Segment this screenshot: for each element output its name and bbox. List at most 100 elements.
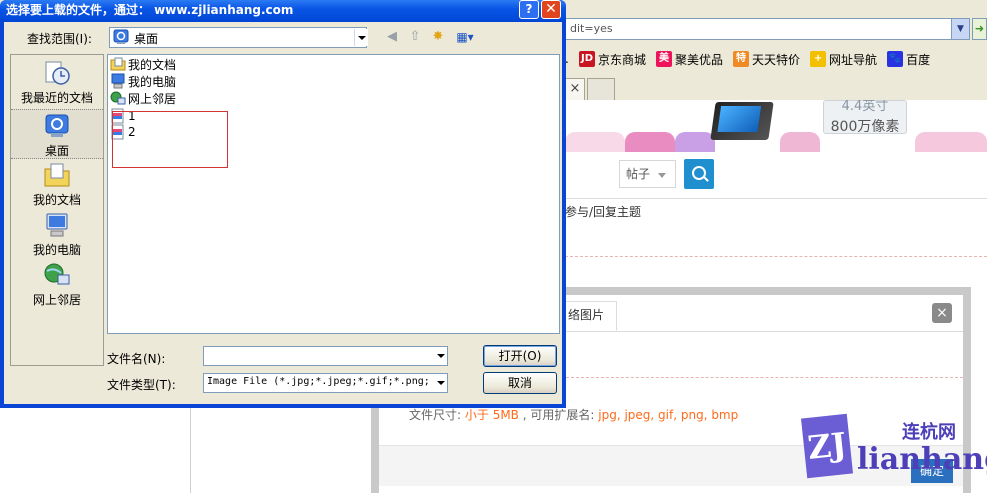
views-grid-icon: ▦▾ <box>456 30 474 44</box>
desktop-icon <box>113 29 129 44</box>
filename-label: 文件名(N): <box>107 352 166 366</box>
banner-decoration <box>675 132 715 152</box>
filetype-select[interactable]: Image File (*.jpg;*.jpeg;*.gif;*.png; <box>203 373 448 393</box>
look-in-label: 查找范围(I): <box>27 32 92 46</box>
favorite-link[interactable]: 🐾 百度 <box>887 51 930 68</box>
new-tab-button[interactable] <box>587 78 615 100</box>
new-folder-button[interactable]: ✸ <box>428 28 448 46</box>
file-item-my-documents[interactable]: 我的文档 <box>110 56 176 72</box>
place-desktop[interactable]: 桌面 <box>11 109 103 159</box>
favorite-link[interactable]: 美聚美优品 <box>656 51 723 68</box>
up-one-level-button[interactable]: ⇧ <box>405 28 425 46</box>
chevron-down-icon[interactable] <box>354 29 368 46</box>
favorites-bar: . JD 京东商城美聚美优品特天天特价 + 网址导航 🐾 百度 <box>565 48 940 70</box>
place-label: 我的电脑 <box>32 243 81 257</box>
file-name: 我的文档 <box>128 57 177 72</box>
camera-spec-text: 800万像素 <box>830 119 900 135</box>
close-button[interactable]: ✕ <box>541 0 561 19</box>
banner-decoration <box>565 132 625 152</box>
chevron-down-icon <box>658 173 666 178</box>
go-button[interactable]: ➜ <box>972 18 987 40</box>
favorite-link[interactable]: + 网址导航 <box>810 51 877 68</box>
my-documents-icon <box>44 163 70 187</box>
camera-spec-badge: 4.4英寸 800万像素 <box>823 100 907 135</box>
places-bar: 我最近的文档 桌面 我的文档 我的电脑 网上邻居 <box>10 54 104 366</box>
recent-documents-icon <box>45 61 70 85</box>
help-icon: ? <box>525 2 533 16</box>
phone-image <box>710 102 774 140</box>
back-button[interactable]: ◀ <box>382 28 402 46</box>
help-button[interactable]: ? <box>519 0 539 19</box>
watermark-logo: ZJ 连杭网 lianhang <box>800 412 987 482</box>
my-computer-icon <box>46 213 68 237</box>
place-recent-documents[interactable]: 我最近的文档 <box>11 57 103 107</box>
modal-close-button[interactable]: × <box>932 303 952 323</box>
favorites-separator: . <box>565 52 569 66</box>
tab-close-button[interactable]: × <box>565 78 585 100</box>
file-list[interactable]: 我的文档 我的电脑 网上邻居 1 2 <box>107 54 560 334</box>
place-my-computer[interactable]: 我的电脑 <box>11 209 103 259</box>
favorite-label: 网址导航 <box>829 52 878 67</box>
forum-search-bar: 帖子 <box>565 152 987 199</box>
watermark-badge: ZJ <box>800 413 854 479</box>
file-item-my-computer[interactable]: 我的电脑 <box>110 73 176 89</box>
reply-topic-label: 参与/回复主题 <box>565 205 642 219</box>
network-places-icon <box>110 91 126 105</box>
file-item-network-places[interactable]: 网上邻居 <box>110 90 176 106</box>
jumei-icon: 美 <box>656 51 673 67</box>
file-open-dialog: 选择要上载的文件，通过： www.zjlianhang.com ? ✕ 查找范围… <box>0 0 566 408</box>
search-scope-select[interactable]: 帖子 <box>619 160 676 188</box>
banner-decoration <box>625 132 675 152</box>
tejia-icon: 特 <box>733 51 750 67</box>
look-in-value: 桌面 <box>134 32 159 46</box>
network-places-icon <box>44 263 70 285</box>
open-button[interactable]: 打开(O) <box>483 345 557 367</box>
chevron-down-icon[interactable] <box>435 348 447 364</box>
divider <box>561 377 963 378</box>
my-documents-icon <box>110 57 126 71</box>
look-in-select[interactable]: 桌面 <box>109 27 368 48</box>
tab-network-image[interactable]: 络图片 <box>557 301 617 331</box>
desktop-icon <box>45 114 69 137</box>
ext-value: jpg, jpeg, gif, png, bmp <box>598 408 739 422</box>
favorite-link[interactable]: JD 京东商城 <box>579 51 646 68</box>
filetype-value: Image File (*.jpg;*.jpeg;*.gif;*.png; <box>207 376 430 387</box>
chevron-down-icon[interactable] <box>435 375 447 391</box>
address-dropdown-arrow[interactable]: ▼ <box>951 19 969 39</box>
favorite-link[interactable]: 特天天特价 <box>733 51 800 68</box>
address-text: dit=yes <box>570 22 613 35</box>
favorite-label: 百度 <box>906 52 931 67</box>
filetype-label: 文件类型(T): <box>107 378 176 392</box>
highlight-annotation-box <box>112 111 228 168</box>
ad-banner[interactable]: 4.4英寸 800万像素 <box>565 100 987 152</box>
watermark-word: lianhang <box>857 442 987 477</box>
place-label: 网上邻居 <box>32 293 81 307</box>
baidu-paw-icon: 🐾 <box>887 51 904 67</box>
close-icon: ✕ <box>545 1 557 17</box>
banner-decoration <box>780 132 820 152</box>
hao-nav-icon: + <box>810 51 827 67</box>
up-folder-icon: ⇧ <box>409 29 421 44</box>
dialog-body: 查找范围(I): 桌面 ◀ ⇧ ✸ ▦▾ 我最近的文档 桌面 我的文档 我的电脑… <box>4 22 562 404</box>
dialog-titlebar[interactable]: 选择要上载的文件，通过： www.zjlianhang.com ? ✕ <box>0 0 566 22</box>
watermark-site-name: 连杭网 <box>902 422 956 443</box>
place-label: 桌面 <box>44 144 69 158</box>
cancel-button[interactable]: 取消 <box>483 372 557 394</box>
filename-input[interactable] <box>203 346 448 366</box>
place-my-documents[interactable]: 我的文档 <box>11 159 103 209</box>
favorite-label: 京东商城 <box>598 52 647 67</box>
views-menu-button[interactable]: ▦▾ <box>453 28 477 46</box>
screen-size-text: 4.4英寸 <box>841 100 889 114</box>
favorite-label: 天天特价 <box>752 52 801 67</box>
size-label: 文件尺寸: <box>409 408 462 422</box>
search-button[interactable] <box>684 159 714 189</box>
favorite-label: 聚美优品 <box>675 52 724 67</box>
place-network[interactable]: 网上邻居 <box>11 259 103 309</box>
jd-icon: JD <box>579 51 595 67</box>
dialog-title: 选择要上载的文件，通过： www.zjlianhang.com <box>6 3 294 17</box>
size-value: 小于 5MB <box>464 408 519 422</box>
address-bar[interactable]: dit=yes <box>565 18 970 40</box>
file-name: 网上邻居 <box>128 91 177 106</box>
my-computer-icon <box>111 73 125 89</box>
file-requirements: 文件尺寸: 小于 5MB , 可用扩展名: jpg, jpeg, gif, pn… <box>409 406 738 423</box>
